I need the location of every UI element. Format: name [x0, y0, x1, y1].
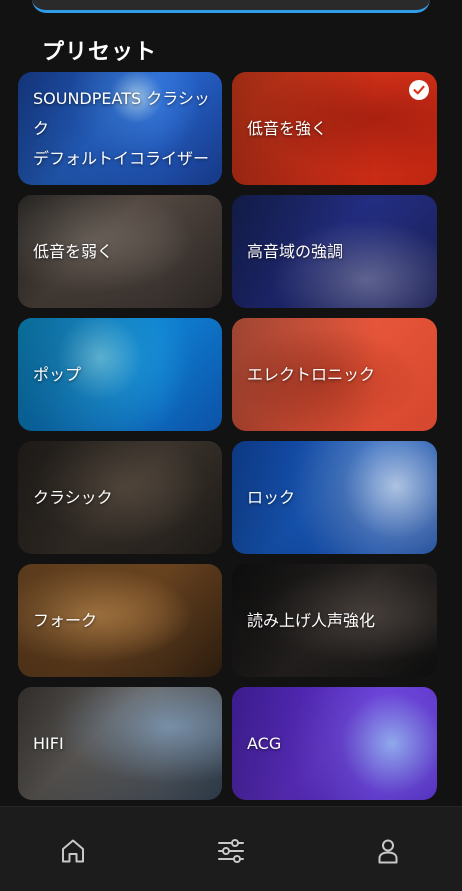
preset-card-bass-boost[interactable]: 低音を強く — [232, 72, 437, 185]
preset-label: エレクトロニック — [247, 364, 376, 384]
nav-profile-button[interactable] — [368, 831, 408, 871]
preset-label: ロック — [247, 487, 296, 507]
preset-label: 高音域の強調 — [247, 241, 344, 261]
preset-label: 低音を強く — [247, 118, 328, 138]
preset-card-folk[interactable]: フォーク — [18, 564, 222, 677]
preset-label: 低音を弱く — [33, 241, 114, 261]
home-icon — [62, 839, 84, 863]
checkmark-icon — [409, 80, 429, 100]
sliders-icon — [218, 839, 244, 863]
preset-card-classical[interactable]: クラシック — [18, 441, 222, 554]
preset-card-hifi[interactable]: HIFI — [18, 687, 222, 800]
user-icon — [378, 839, 398, 864]
nav-equalizer-button[interactable] — [211, 831, 251, 871]
preset-label: ポップ — [33, 364, 82, 384]
top-banner — [32, 0, 430, 13]
preset-card-acg[interactable]: ACG — [232, 687, 437, 800]
preset-card-voice-enhance[interactable]: 読み上げ人声強化 — [232, 564, 437, 677]
preset-label: クラシック — [33, 487, 113, 507]
section-title: プリセット — [42, 40, 158, 65]
nav-home-button[interactable] — [53, 831, 93, 871]
preset-label: ACG — [247, 733, 282, 753]
preset-card-bass-reduce[interactable]: 低音を弱く — [18, 195, 222, 308]
preset-label: SOUNDPEATS クラシック デフォルトイコライザー — [33, 88, 210, 168]
preset-label: フォーク — [33, 610, 98, 630]
preset-card-pop[interactable]: ポップ — [18, 318, 222, 431]
preset-card-soundpeats-classic[interactable]: SOUNDPEATS クラシック デフォルトイコライザー — [18, 72, 222, 185]
preset-card-treble-boost[interactable]: 高音域の強調 — [232, 195, 437, 308]
preset-card-electronic[interactable]: エレクトロニック — [232, 318, 437, 431]
preset-grid: SOUNDPEATS クラシック デフォルトイコライザー 低音を強く 低音を弱く… — [18, 72, 437, 800]
bottom-nav — [0, 806, 462, 891]
preset-screen: プリセット SOUNDPEATS クラシック デフォルトイコライザー 低音を強く… — [0, 0, 462, 891]
preset-label: HIFI — [33, 733, 64, 753]
preset-label: 読み上げ人声強化 — [247, 610, 376, 630]
preset-card-rock[interactable]: ロック — [232, 441, 437, 554]
